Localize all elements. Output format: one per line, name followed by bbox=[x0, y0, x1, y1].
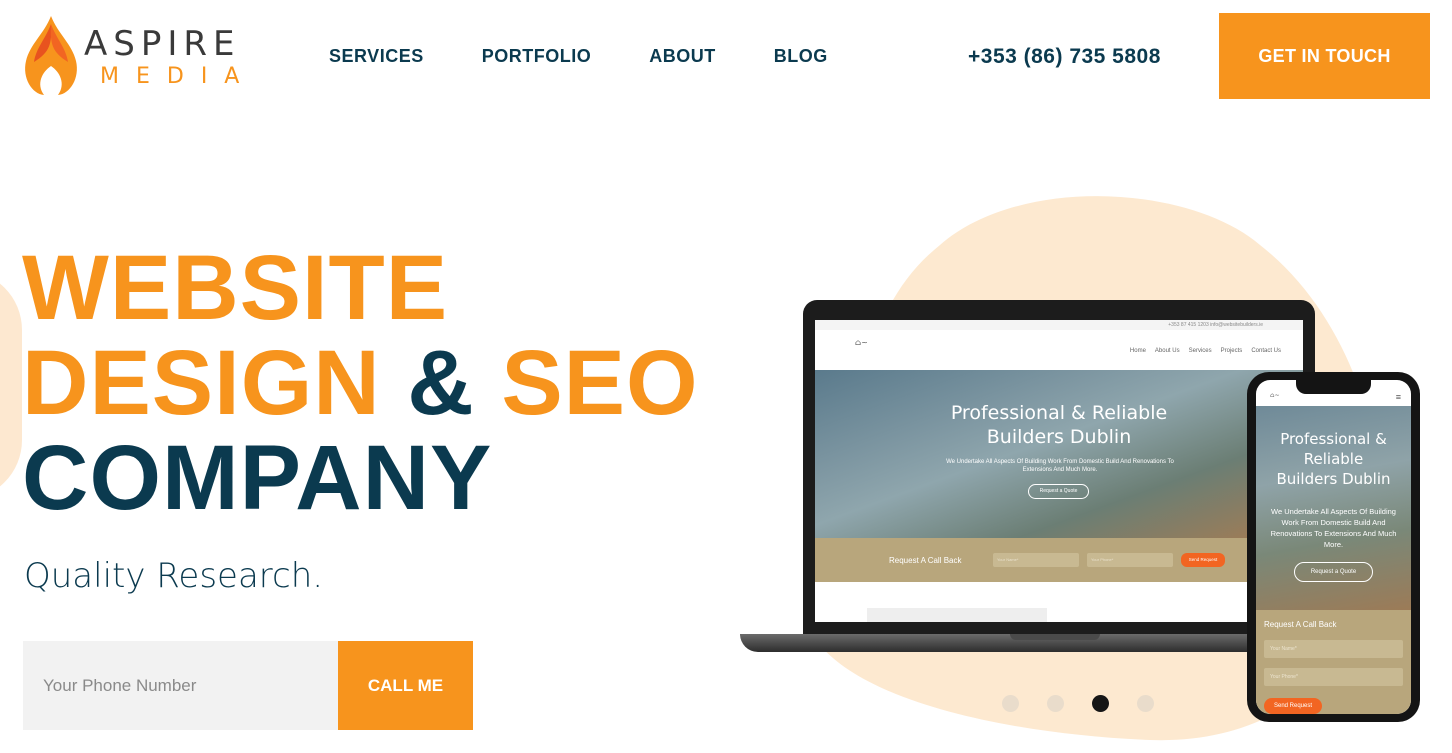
phone-site-title-3: Builders Dublin bbox=[1276, 470, 1391, 488]
phone-site-logo: ⌂~ bbox=[1270, 392, 1280, 399]
laptop-site-menu-contact: Contact Us bbox=[1251, 348, 1281, 354]
phone-number-input[interactable] bbox=[23, 641, 338, 730]
laptop-mockup: +353 87 415 1203 info@websitebuilders.ie… bbox=[803, 300, 1315, 634]
main-nav: SERVICES PORTFOLIO ABOUT BLOG bbox=[329, 46, 828, 67]
laptop-site-nav: ⌂~ Home About Us Services Projects Conta… bbox=[815, 330, 1303, 370]
laptop-site-menu: Home About Us Services Projects Contact … bbox=[1121, 348, 1281, 354]
hamburger-icon: ≡ bbox=[1395, 392, 1401, 402]
hero-heading-line-1: WEBSITE bbox=[22, 237, 449, 339]
phone-notch bbox=[1296, 380, 1371, 394]
laptop-site-title-2: Builders Dublin bbox=[986, 426, 1132, 448]
laptop-site-menu-projects: Projects bbox=[1220, 348, 1243, 354]
hero-word-ampersand: & bbox=[407, 332, 475, 434]
laptop-site-band-label: Request A Call Back bbox=[889, 556, 962, 565]
laptop-site-subtitle: We Undertake All Aspects Of Building Wor… bbox=[946, 459, 1174, 473]
hero-tagline: Quality Research. bbox=[24, 556, 324, 596]
laptop-site-phone-field: Your Phone* bbox=[1087, 553, 1173, 567]
hero-word-seo: SEO bbox=[501, 332, 699, 434]
flame-icon bbox=[25, 16, 77, 95]
carousel-dot[interactable] bbox=[1002, 695, 1019, 712]
hero-heading-line-2: DESIGN & SEO bbox=[22, 337, 699, 429]
laptop-site-logo: ⌂~ bbox=[855, 338, 868, 347]
phone-site-band-label: Request A Call Back bbox=[1264, 620, 1337, 629]
get-in-touch-button[interactable]: GET IN TOUCH bbox=[1219, 13, 1430, 99]
carousel-dots bbox=[1002, 695, 1182, 712]
laptop-site-title-1: Professional & Reliable bbox=[950, 402, 1168, 424]
phone-site-title-1: Professional & bbox=[1280, 430, 1387, 448]
laptop-site-menu-about: About Us bbox=[1154, 348, 1180, 354]
call-me-button[interactable]: CALL ME bbox=[338, 641, 473, 730]
laptop-site-content-strip bbox=[867, 608, 1047, 622]
phone-site-subtitle: We Undertake All Aspects Of Building Wor… bbox=[1270, 507, 1397, 549]
phone-site-hero: Professional & Reliable Builders Dublin … bbox=[1256, 406, 1411, 610]
hero-heading-line-3: COMPANY bbox=[22, 427, 493, 529]
aspire-media-logo[interactable]: ASPIRE MEDIA bbox=[22, 16, 272, 96]
laptop-site-send-button: Send Request bbox=[1181, 553, 1225, 567]
header-phone-link[interactable]: +353 (86) 735 5808 bbox=[968, 45, 1161, 69]
nav-services[interactable]: SERVICES bbox=[329, 46, 424, 67]
carousel-dot[interactable] bbox=[1047, 695, 1064, 712]
nav-blog[interactable]: BLOG bbox=[774, 46, 828, 67]
laptop-site-quote-button: Request a Quote bbox=[1028, 484, 1089, 499]
laptop-site-topbar: +353 87 415 1203 info@websitebuilders.ie bbox=[815, 320, 1303, 330]
phone-site-callback-band: Request A Call Back Your Name* Your Phon… bbox=[1256, 610, 1411, 714]
carousel-dot[interactable] bbox=[1092, 695, 1109, 712]
laptop-site-callback-band: Request A Call Back Your Name* Your Phon… bbox=[815, 538, 1303, 582]
phone-site-title-2: Reliable bbox=[1303, 450, 1364, 468]
phone-site-name-field: Your Name* bbox=[1264, 640, 1403, 658]
logo-subtitle: MEDIA bbox=[100, 64, 257, 89]
phone-site-phone-field: Your Phone* bbox=[1264, 668, 1403, 686]
phone-site-quote-button: Request a Quote bbox=[1294, 562, 1373, 582]
laptop-site-hero: Professional & Reliable Builders Dublin … bbox=[815, 370, 1303, 538]
nav-portfolio[interactable]: PORTFOLIO bbox=[482, 46, 592, 67]
hero-word-design: DESIGN bbox=[22, 332, 381, 434]
logo-wordmark: ASPIRE bbox=[84, 24, 241, 64]
nav-about[interactable]: ABOUT bbox=[649, 46, 716, 67]
carousel-dot[interactable] bbox=[1137, 695, 1154, 712]
phone-screen: ⌂~ ≡ Professional & Reliable Builders Du… bbox=[1256, 380, 1411, 714]
laptop-screen: +353 87 415 1203 info@websitebuilders.ie… bbox=[815, 320, 1303, 622]
laptop-site-name-field: Your Name* bbox=[993, 553, 1079, 567]
phone-mockup: ⌂~ ≡ Professional & Reliable Builders Du… bbox=[1247, 372, 1420, 722]
decorative-blob-left bbox=[0, 270, 22, 500]
phone-site-send-button: Send Request bbox=[1264, 698, 1322, 714]
laptop-notch bbox=[1010, 634, 1100, 640]
laptop-site-menu-home: Home bbox=[1129, 348, 1146, 354]
laptop-site-menu-services: Services bbox=[1188, 348, 1212, 354]
